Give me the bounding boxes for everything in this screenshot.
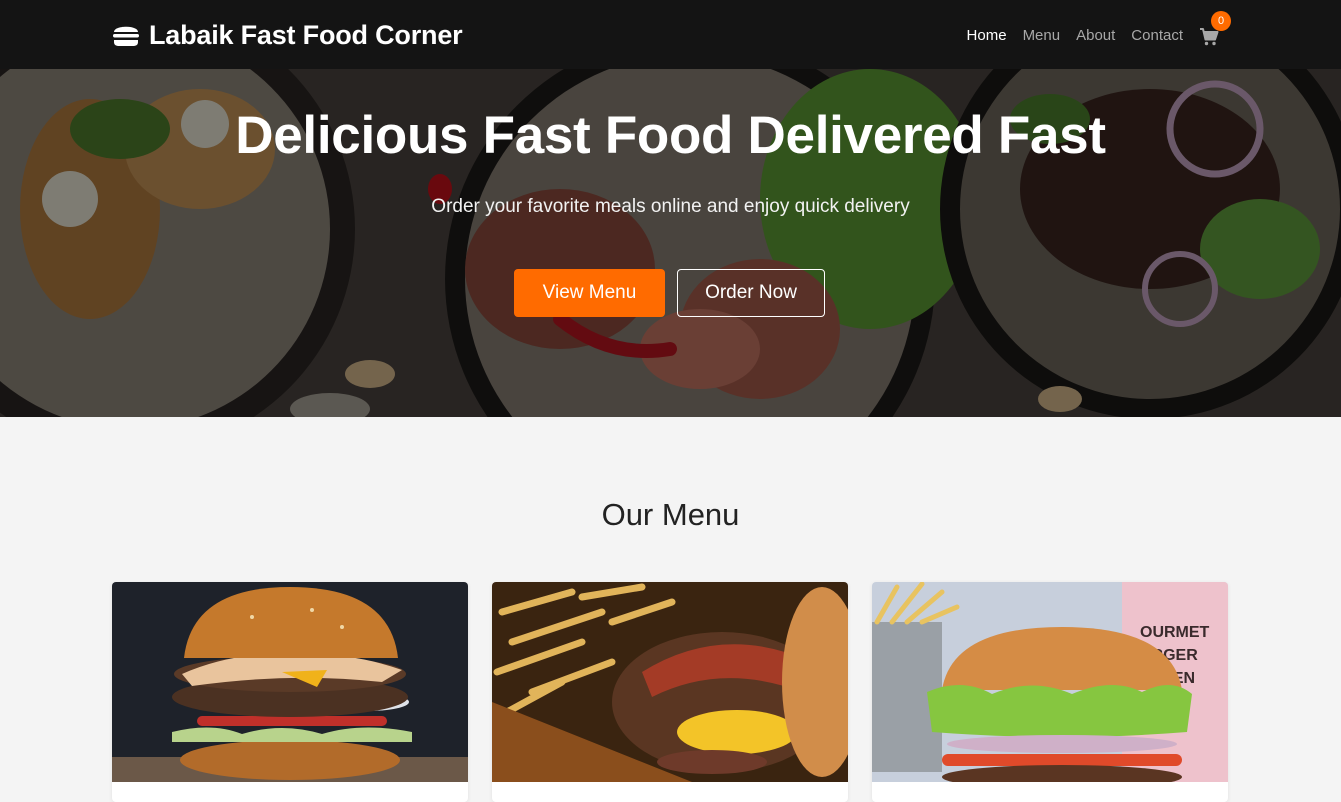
menu-section-title: Our Menu: [601, 497, 740, 532]
menu-card[interactable]: OURMET URGER TCHEN: [872, 582, 1228, 802]
main-nav: Home Menu About Contact 0: [967, 11, 1231, 48]
burger-icon: [113, 26, 139, 46]
cart-button[interactable]: 0: [1199, 11, 1231, 46]
cart-count-badge: 0: [1211, 11, 1231, 31]
nav-link-contact[interactable]: Contact: [1131, 27, 1183, 44]
burger-photo: [112, 582, 468, 782]
menu-card[interactable]: [112, 582, 468, 802]
hero-subtitle: Order your favorite meals online and enj…: [431, 196, 910, 217]
bacon-burger-with-fries-photo: [492, 582, 848, 782]
navbar: Labaik Fast Food Corner Home Menu About …: [0, 0, 1341, 69]
nav-link-about[interactable]: About: [1076, 27, 1115, 44]
menu-cards: OURMET URGER TCHEN: [112, 582, 1228, 802]
brand-title: Labaik Fast Food Corner: [149, 19, 463, 50]
hero-section: Delicious Fast Food Delivered Fast Order…: [0, 69, 1341, 417]
nav-link-menu[interactable]: Menu: [1023, 27, 1061, 44]
view-menu-button[interactable]: View Menu: [514, 269, 665, 317]
brand-logo-link[interactable]: Labaik Fast Food Corner: [112, 18, 463, 52]
svg-text:OURMET: OURMET: [1140, 624, 1210, 641]
nav-link-home[interactable]: Home: [967, 27, 1007, 44]
lettuce-burger-photo: OURMET URGER TCHEN: [872, 582, 1228, 782]
order-now-button[interactable]: Order Now: [677, 269, 825, 317]
menu-card[interactable]: [492, 582, 848, 802]
hero-actions: View Menu Order Now: [514, 269, 825, 317]
hero-title: Delicious Fast Food Delivered Fast: [235, 106, 1106, 165]
